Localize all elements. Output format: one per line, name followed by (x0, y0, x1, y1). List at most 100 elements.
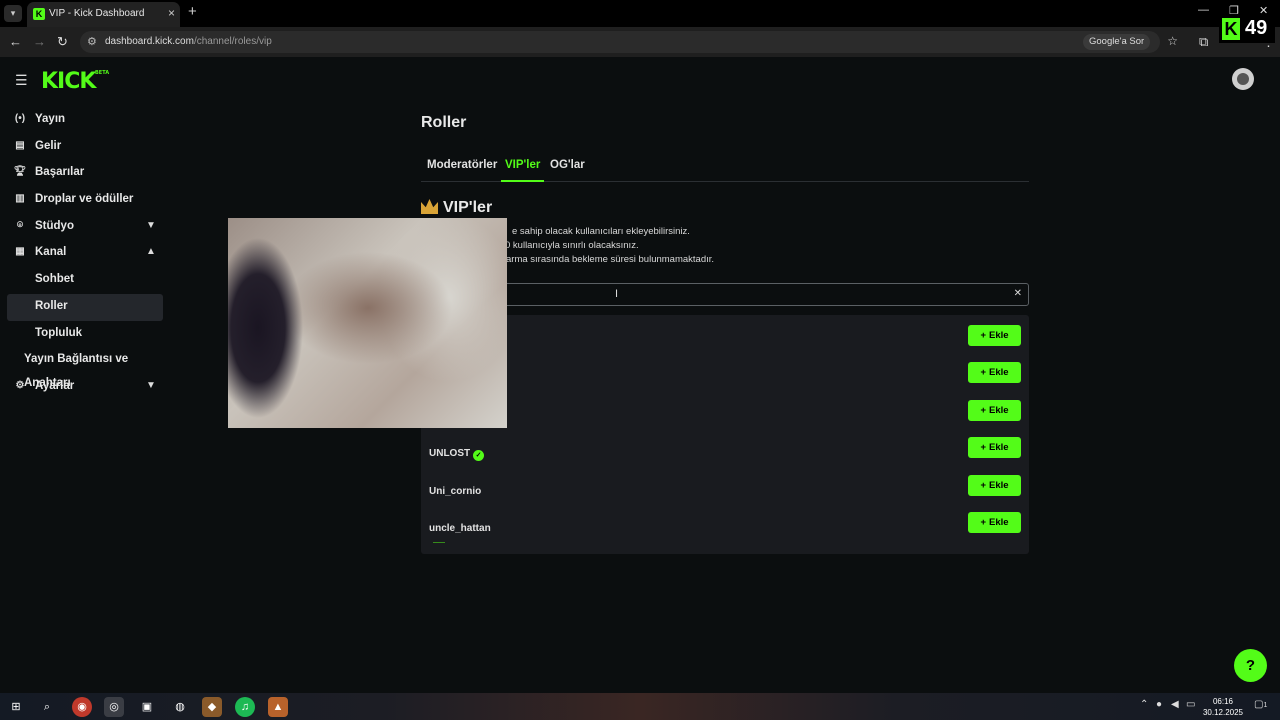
username: Uni_cornio (429, 486, 482, 497)
dashboard-page: ☰ KICK BETA (•) Yayın ▤ Gelir 🏆︎ Başarıla… (0, 57, 1280, 693)
vip-description-line: arma sırasında bekleme süresi bulunmamak… (506, 254, 715, 265)
studio-icon: ⌾ (17, 219, 23, 231)
page-title: Roller (421, 114, 467, 131)
sidebar-item-yayin[interactable]: (•) Yayın (0, 107, 170, 134)
plus-icon: + (980, 442, 986, 453)
sidebar-item-kanal[interactable]: ▦ Kanal ▲ (0, 240, 170, 267)
network-icon[interactable]: ▭ (1186, 699, 1195, 710)
sidebar-item-ayarlar[interactable]: ⚙ Ayarlar ▼ (0, 374, 170, 401)
tab-moderatorler[interactable]: Moderatörler (427, 159, 497, 171)
kick-k-icon: K (1222, 18, 1240, 40)
broadcast-icon: (•) (14, 113, 26, 124)
clear-search-icon[interactable]: ✕ (1014, 288, 1022, 299)
add-vip-button[interactable]: + Ekle (968, 362, 1021, 383)
list-item: uncle_hattan + Ekle (421, 510, 1029, 547)
volume-icon[interactable]: ◀ (1171, 699, 1179, 710)
tab-oglar[interactable]: OG'lar (550, 159, 585, 171)
extensions-icon[interactable]: ⧉ (1199, 34, 1208, 50)
chevron-down-icon: ▼ (146, 379, 156, 391)
list-item: + Ekle (421, 360, 1029, 397)
list-item: + Ekle (421, 398, 1029, 435)
plus-icon: + (980, 405, 986, 416)
notification-center-icon[interactable]: ▢1 (1254, 699, 1267, 710)
game-icon[interactable]: ◆ (202, 697, 222, 717)
minimize-icon[interactable]: — (1198, 4, 1209, 16)
sidebar: (•) Yayın ▤ Gelir 🏆︎ Başarılar ▥ Droplar… (0, 107, 170, 401)
username: UNLOST ✓ (429, 448, 485, 461)
user-results-list: + Ekle + Ekle + Ekle UNLOST ✓ + Ekle Uni_corn… (421, 315, 1029, 554)
address-bar[interactable]: ⚙ dashboard.kick.com/channel/roles/vip G… (80, 31, 1178, 53)
browser-tab-active[interactable]: K VIP - Kick Dashboard × (27, 2, 180, 27)
hamburger-menu-icon[interactable]: ☰ (15, 72, 28, 89)
google-ask-button[interactable]: Google'a Sor (1083, 34, 1151, 50)
site-info-icon[interactable]: ⚙ (87, 35, 97, 48)
add-vip-button[interactable]: + Ekle (968, 400, 1021, 421)
settings-icon: ⚙ (15, 379, 25, 391)
spotify-icon[interactable]: ♫ (235, 697, 255, 717)
microphone-icon[interactable]: ● (1156, 699, 1162, 710)
sidebar-item-sohbet[interactable]: Sohbet (0, 267, 170, 294)
plus-icon: + (980, 480, 986, 491)
add-vip-button[interactable]: + Ekle (968, 475, 1021, 496)
chevron-up-icon: ▲ (146, 246, 156, 258)
obs-icon[interactable]: ◍ (170, 697, 190, 717)
user-avatar[interactable] (1232, 68, 1254, 90)
sidebar-item-studyo[interactable]: ⌾ Stüdyo ▼ (0, 214, 170, 241)
app-icon[interactable]: ◉ (72, 697, 92, 717)
sidebar-item-roller[interactable]: Roller (7, 293, 163, 321)
active-tab-indicator (501, 180, 544, 182)
add-vip-button[interactable]: + Ekle (968, 437, 1021, 458)
user-search-input[interactable]: I ✕ (421, 283, 1029, 306)
scroll-hint (433, 542, 445, 543)
webcam-overlay (228, 218, 507, 428)
kick-viewer-badge: K 49 (1219, 15, 1275, 43)
verified-icon: ✓ (473, 450, 485, 461)
text-cursor-icon: I (615, 288, 619, 300)
tab-list-button[interactable]: ▾ (4, 5, 22, 22)
new-tab-button[interactable]: + (188, 3, 197, 20)
username: uncle_hattan (429, 523, 491, 534)
notification-app-icon[interactable]: ▲ (268, 697, 288, 717)
tab-vipler[interactable]: VIP'ler (505, 159, 540, 171)
plus-icon: + (980, 330, 986, 341)
plus-icon: + (980, 517, 986, 528)
sidebar-item-gelir[interactable]: ▤ Gelir (0, 134, 170, 161)
vip-description-line: e sahip olacak kullanıcıları ekleyebilir… (512, 226, 690, 237)
vip-description-line: 0 kullanıcıyla sınırlı olacaksınız. (505, 240, 639, 251)
system-clock[interactable]: 06:16 30.12.2025 (1198, 696, 1248, 718)
forward-icon[interactable]: → (33, 34, 46, 49)
channel-icon: ▦ (15, 246, 25, 258)
add-vip-button[interactable]: + Ekle (968, 512, 1021, 533)
support-chat-button[interactable]: ? (1234, 649, 1267, 682)
crown-icon (421, 199, 438, 214)
list-item: Uni_cornio + Ekle (421, 473, 1029, 510)
sidebar-item-droplar[interactable]: ▥ Droplar ve ödüller (0, 187, 170, 214)
back-icon[interactable]: ← (9, 34, 22, 49)
sidebar-item-yayin-baglantisi[interactable]: Yayın Bağlantısı ve Anahtarı (0, 347, 170, 389)
windows-taskbar: ⊞ ⌕ ◉ ◎ ▣ ◍ ◆ ♫ ▲ ⌃ ● ◀ ▭ 06:16 30.12.20… (0, 693, 1280, 720)
plus-icon: + (980, 367, 986, 378)
beta-badge: BETA (95, 70, 110, 76)
reload-icon[interactable]: ↻ (57, 34, 68, 50)
url-text: dashboard.kick.com/channel/roles/vip (105, 36, 272, 47)
chrome-icon[interactable]: ◎ (104, 697, 124, 717)
roles-tabs: Moderatörler VIP'ler OG'lar (421, 157, 1029, 182)
kick-logo[interactable]: KICK BETA (41, 69, 109, 94)
revenue-icon: ▤ (15, 139, 25, 151)
tab-close-icon[interactable]: × (168, 6, 175, 20)
browser-toolbar: ← → ↻ ⚙ dashboard.kick.com/channel/roles… (0, 27, 1280, 57)
list-item: UNLOST ✓ + Ekle (421, 435, 1029, 472)
sidebar-item-topluluk[interactable]: Topluluk (0, 321, 170, 348)
sidebar-item-basarilar[interactable]: 🏆︎ Başarılar (0, 160, 170, 187)
add-vip-button[interactable]: + Ekle (968, 325, 1021, 346)
kick-favicon-icon: K (33, 8, 45, 20)
tab-title: VIP - Kick Dashboard (49, 8, 145, 19)
trophy-icon: 🏆︎ (13, 166, 27, 178)
windows-start-icon[interactable]: ⊞ (6, 697, 26, 717)
tray-chevron-icon[interactable]: ⌃ (1140, 699, 1148, 710)
vip-section-title: VIP'ler (421, 199, 492, 217)
chevron-down-icon: ▼ (146, 219, 156, 231)
bookmark-star-icon[interactable]: ☆ (1167, 34, 1178, 48)
terminal-icon[interactable]: ▣ (137, 697, 157, 717)
search-icon[interactable]: ⌕ (37, 697, 57, 717)
